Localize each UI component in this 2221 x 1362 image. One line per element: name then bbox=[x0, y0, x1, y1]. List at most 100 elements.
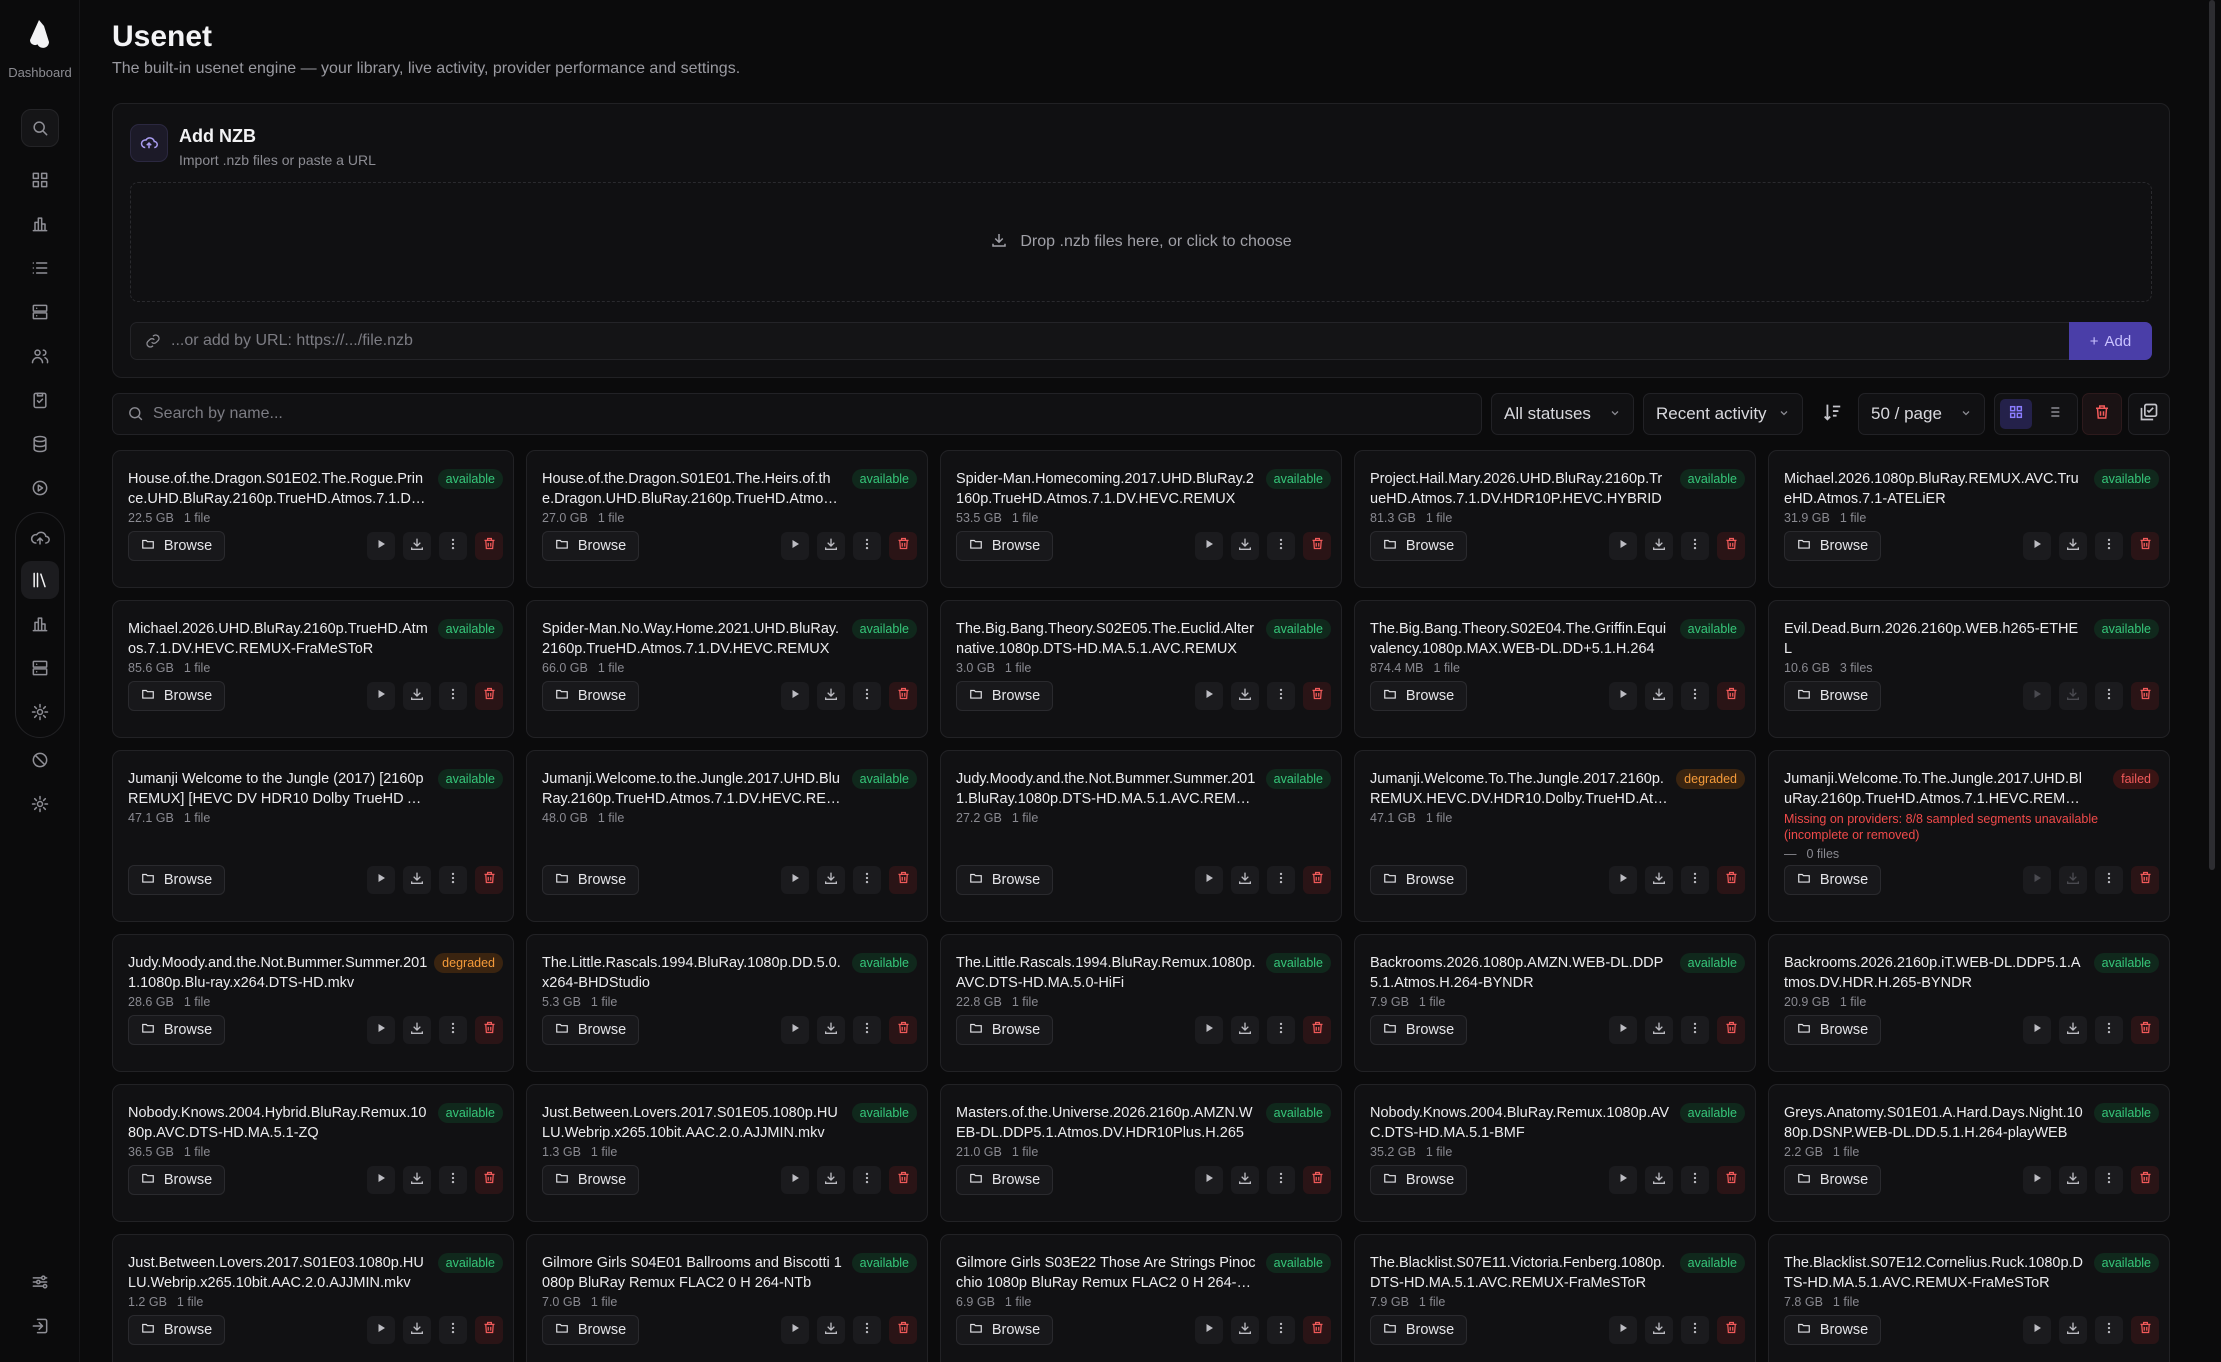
delete-button[interactable] bbox=[1717, 1016, 1745, 1044]
browse-button[interactable]: Browse bbox=[956, 1015, 1053, 1045]
delete-button[interactable] bbox=[1717, 532, 1745, 560]
browse-button[interactable]: Browse bbox=[1370, 1015, 1467, 1045]
nzb-card[interactable]: Judy.Moody.and.the.Not.Bummer.Summer.201… bbox=[940, 750, 1342, 922]
nzb-card[interactable]: House.of.the.Dragon.S01E02.The.Rogue.Pri… bbox=[112, 450, 514, 588]
delete-button[interactable] bbox=[889, 866, 917, 894]
more-options-button[interactable] bbox=[439, 1166, 467, 1194]
more-options-button[interactable] bbox=[1681, 1166, 1709, 1194]
play-button[interactable] bbox=[1195, 1166, 1223, 1194]
delete-button[interactable] bbox=[475, 532, 503, 560]
download-button[interactable] bbox=[1645, 866, 1673, 894]
more-options-button[interactable] bbox=[1681, 1016, 1709, 1044]
more-options-button[interactable] bbox=[853, 866, 881, 894]
delete-button[interactable] bbox=[2131, 1316, 2159, 1344]
browse-button[interactable]: Browse bbox=[956, 865, 1053, 895]
delete-button[interactable] bbox=[1303, 1316, 1331, 1344]
play-button[interactable] bbox=[1609, 1166, 1637, 1194]
play-button[interactable] bbox=[781, 1166, 809, 1194]
browse-button[interactable]: Browse bbox=[1784, 681, 1881, 711]
nzb-card[interactable]: Backrooms.2026.2160p.iT.WEB-DL.DDP5.1.At… bbox=[1768, 934, 2170, 1072]
download-button[interactable] bbox=[1645, 532, 1673, 560]
nav-search-icon[interactable] bbox=[21, 109, 59, 147]
browse-button[interactable]: Browse bbox=[956, 1315, 1053, 1345]
nav-ban-icon[interactable] bbox=[21, 741, 59, 779]
nav-play-icon[interactable] bbox=[21, 469, 59, 507]
play-button[interactable] bbox=[367, 532, 395, 560]
play-button[interactable] bbox=[1609, 1316, 1637, 1344]
browse-button[interactable]: Browse bbox=[956, 1165, 1053, 1195]
more-options-button[interactable] bbox=[439, 532, 467, 560]
play-button[interactable] bbox=[1609, 682, 1637, 710]
download-button[interactable] bbox=[1645, 1016, 1673, 1044]
nzb-card[interactable]: The.Little.Rascals.1994.BluRay.1080p.DD.… bbox=[526, 934, 928, 1072]
more-options-button[interactable] bbox=[1681, 532, 1709, 560]
browse-button[interactable]: Browse bbox=[128, 681, 225, 711]
browse-button[interactable]: Browse bbox=[1370, 681, 1467, 711]
more-options-button[interactable] bbox=[439, 866, 467, 894]
browse-button[interactable]: Browse bbox=[128, 531, 225, 561]
play-button[interactable] bbox=[1195, 1316, 1223, 1344]
more-options-button[interactable] bbox=[1267, 1166, 1295, 1194]
nzb-card[interactable]: Michael.2026.UHD.BluRay.2160p.TrueHD.Atm… bbox=[112, 600, 514, 738]
nzb-card[interactable]: Project.Hail.Mary.2026.UHD.BluRay.2160p.… bbox=[1354, 450, 1756, 588]
nav-users-icon[interactable] bbox=[21, 337, 59, 375]
delete-button[interactable] bbox=[1717, 682, 1745, 710]
nzb-card[interactable]: The.Blacklist.S07E12.Cornelius.Ruck.1080… bbox=[1768, 1234, 2170, 1362]
download-button[interactable] bbox=[403, 866, 431, 894]
nav-gear-icon[interactable] bbox=[21, 785, 59, 823]
download-button[interactable] bbox=[1231, 866, 1259, 894]
nav-server-icon[interactable] bbox=[21, 293, 59, 331]
download-button[interactable] bbox=[2059, 682, 2087, 710]
more-options-button[interactable] bbox=[1267, 1316, 1295, 1344]
nzb-dropzone[interactable]: Drop .nzb files here, or click to choose bbox=[130, 182, 2152, 302]
browse-button[interactable]: Browse bbox=[542, 865, 639, 895]
browse-button[interactable]: Browse bbox=[956, 681, 1053, 711]
play-button[interactable] bbox=[1609, 1016, 1637, 1044]
more-options-button[interactable] bbox=[2095, 532, 2123, 560]
browse-button[interactable]: Browse bbox=[128, 865, 225, 895]
nav-grid-icon[interactable] bbox=[21, 161, 59, 199]
delete-button[interactable] bbox=[889, 682, 917, 710]
browse-button[interactable]: Browse bbox=[542, 1165, 639, 1195]
download-button[interactable] bbox=[403, 1016, 431, 1044]
grid-view-button[interactable] bbox=[2000, 399, 2032, 429]
download-button[interactable] bbox=[817, 1166, 845, 1194]
sort-select[interactable]: Recent activity bbox=[1643, 393, 1803, 435]
delete-button[interactable] bbox=[1303, 866, 1331, 894]
play-button[interactable] bbox=[367, 682, 395, 710]
delete-button[interactable] bbox=[2131, 532, 2159, 560]
browse-button[interactable]: Browse bbox=[128, 1165, 225, 1195]
nav-logout-icon[interactable] bbox=[21, 1307, 59, 1345]
page-scrollbar[interactable] bbox=[2209, 0, 2215, 870]
more-options-button[interactable] bbox=[439, 682, 467, 710]
nzb-card[interactable]: House.of.the.Dragon.S01E01.The.Heirs.of.… bbox=[526, 450, 928, 588]
nzb-card[interactable]: Michael.2026.1080p.BluRay.REMUX.AVC.True… bbox=[1768, 450, 2170, 588]
nzb-card[interactable]: Greys.Anatomy.S01E01.A.Hard.Days.Night.1… bbox=[1768, 1084, 2170, 1222]
delete-button[interactable] bbox=[2131, 1016, 2159, 1044]
play-button[interactable] bbox=[781, 1316, 809, 1344]
browse-button[interactable]: Browse bbox=[1370, 865, 1467, 895]
play-button[interactable] bbox=[1609, 866, 1637, 894]
play-button[interactable] bbox=[1195, 866, 1223, 894]
play-button[interactable] bbox=[2023, 866, 2051, 894]
download-button[interactable] bbox=[403, 682, 431, 710]
more-options-button[interactable] bbox=[2095, 682, 2123, 710]
nzb-card[interactable]: Nobody.Knows.2004.Hybrid.BluRay.Remux.10… bbox=[112, 1084, 514, 1222]
download-button[interactable] bbox=[403, 1166, 431, 1194]
more-options-button[interactable] bbox=[853, 682, 881, 710]
delete-button[interactable] bbox=[1717, 866, 1745, 894]
nzb-card[interactable]: Jumanji Welcome to the Jungle (2017) [21… bbox=[112, 750, 514, 922]
delete-button[interactable] bbox=[475, 1016, 503, 1044]
status-filter-select[interactable]: All statuses bbox=[1491, 393, 1634, 435]
nzb-card[interactable]: Jumanji.Welcome.to.the.Jungle.2017.UHD.B… bbox=[526, 750, 928, 922]
nzb-card[interactable]: Masters.of.the.Universe.2026.2160p.AMZN.… bbox=[940, 1084, 1342, 1222]
more-options-button[interactable] bbox=[2095, 1166, 2123, 1194]
delete-button[interactable] bbox=[889, 1016, 917, 1044]
nzb-card[interactable]: Gilmore Girls S03E22 Those Are Strings P… bbox=[940, 1234, 1342, 1362]
play-button[interactable] bbox=[781, 532, 809, 560]
nzb-card[interactable]: Judy.Moody.and.the.Not.Bummer.Summer.201… bbox=[112, 934, 514, 1072]
play-button[interactable] bbox=[781, 1016, 809, 1044]
more-options-button[interactable] bbox=[2095, 866, 2123, 894]
delete-button[interactable] bbox=[889, 532, 917, 560]
nzb-card[interactable]: Evil.Dead.Burn.2026.2160p.WEB.h265-ETHEL… bbox=[1768, 600, 2170, 738]
